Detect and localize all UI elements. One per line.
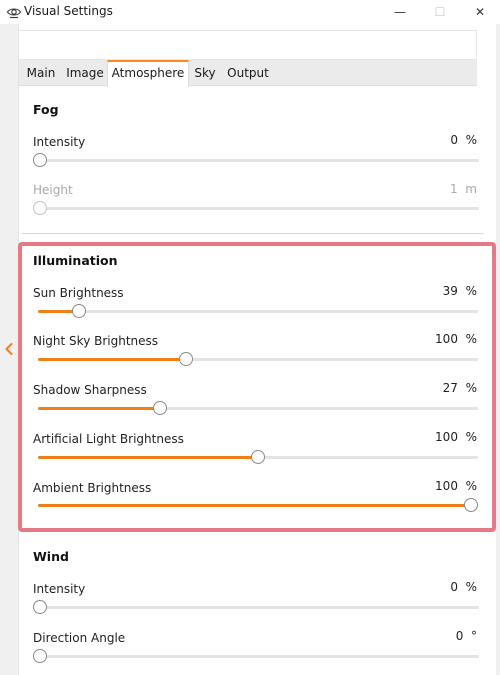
shadow-sharpness-slider[interactable] [38,401,478,415]
wind-intensity-value: 0 % [450,580,477,594]
maximize-button[interactable]: ☐ [420,0,460,24]
direction-angle-label: Direction Angle [33,631,126,645]
chevron-left-icon[interactable] [2,340,16,358]
slider-thumb[interactable] [33,153,47,167]
fog-section-title: Fog [33,102,59,117]
ambient-brightness-label: Ambient Brightness [33,481,152,495]
shadow-sharpness-label: Shadow Sharpness [33,383,147,397]
slider-fill [38,407,161,410]
night-sky-brightness-value: 100 % [435,332,477,346]
wind-section-title: Wind [33,549,69,564]
title-bar: Visual Settings — ☐ ✕ [0,0,500,24]
artificial-light-brightness-value: 100 % [435,430,477,444]
slider-fill [38,456,258,459]
tab-image[interactable]: Image [63,60,107,86]
artificial-light-brightness-label: Artificial Light Brightness [33,432,184,446]
fog-height-label: Height [33,183,73,197]
eye-icon [6,4,22,20]
minimize-button[interactable]: — [380,0,420,24]
direction-angle-slider[interactable] [33,649,479,663]
tab-bar: Main Image Atmosphere Sky Output [19,60,477,87]
fog-intensity-label: Intensity [33,135,86,149]
panel-header [19,30,477,60]
ambient-brightness-slider[interactable] [38,498,478,512]
slider-track [33,606,479,609]
wind-intensity-label: Intensity [33,582,86,596]
fog-height-value: 1 m [450,182,477,196]
slider-thumb[interactable] [178,352,193,366]
close-button[interactable]: ✕ [460,0,500,24]
tab-output[interactable]: Output [221,60,275,86]
slider-fill [38,358,186,361]
night-sky-brightness-slider[interactable] [38,352,478,366]
slider-thumb[interactable] [72,304,87,318]
wind-intensity-slider[interactable] [33,600,479,614]
tab-main[interactable]: Main [19,60,63,86]
slider-track [33,159,479,162]
fog-intensity-slider[interactable] [33,153,479,167]
settings-panel: Main Image Atmosphere Sky Output [18,24,496,675]
slider-track [33,207,479,210]
slider-track [38,310,478,313]
tab-atmosphere[interactable]: Atmosphere [107,60,189,87]
illumination-section-title: Illumination [33,253,118,268]
night-sky-brightness-label: Night Sky Brightness [33,334,159,348]
section-divider [22,233,484,234]
slider-thumb[interactable] [33,649,47,663]
slider-thumb[interactable] [251,450,265,464]
sun-brightness-slider[interactable] [38,304,478,318]
slider-thumb[interactable] [464,498,478,512]
shadow-sharpness-value: 27 % [442,381,477,395]
ambient-brightness-value: 100 % [435,479,477,493]
slider-fill [38,504,471,507]
sun-brightness-label: Sun Brightness [33,286,124,300]
sun-brightness-value: 39 % [442,284,477,298]
artificial-light-brightness-slider[interactable] [38,450,478,464]
slider-thumb[interactable] [153,401,168,415]
slider-thumb[interactable] [33,600,47,614]
window-title: Visual Settings [24,4,113,18]
fog-height-slider [33,201,479,215]
slider-track [33,655,479,658]
tab-sky[interactable]: Sky [189,60,221,86]
slider-thumb [33,201,47,215]
fog-intensity-value: 0 % [450,133,477,147]
direction-angle-value: 0 ° [455,629,477,643]
